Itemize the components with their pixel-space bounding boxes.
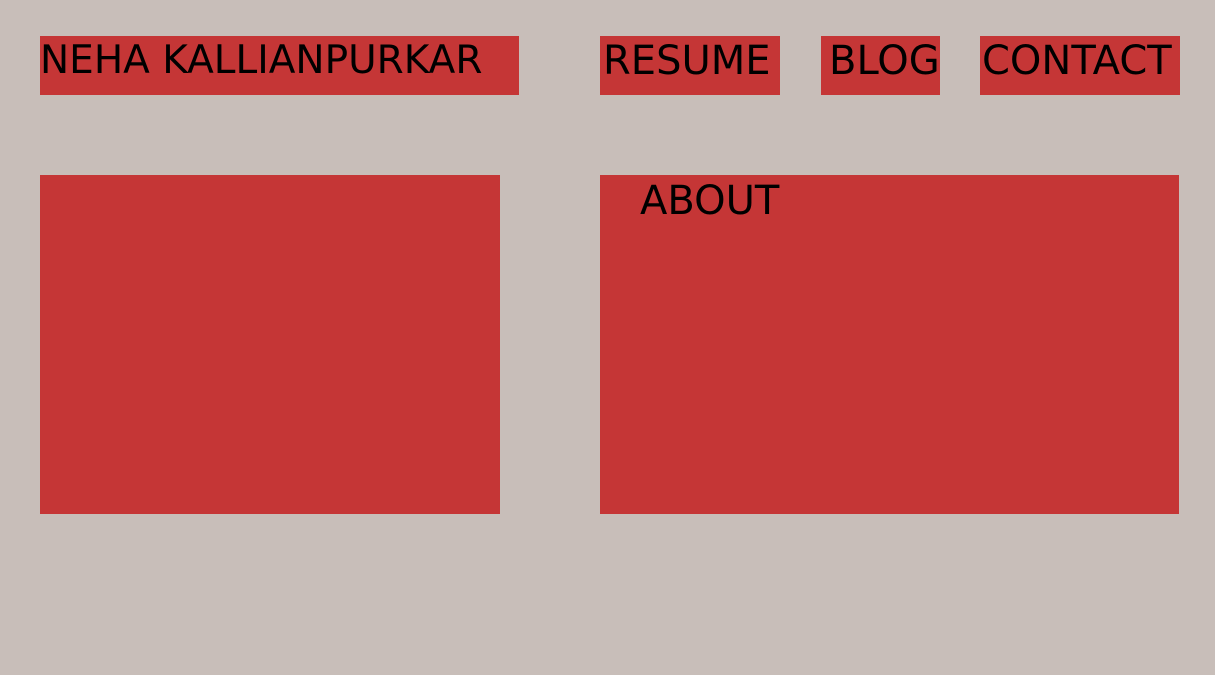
nav-blog-label[interactable]: BLOG xyxy=(829,37,940,85)
nav-contact-label[interactable]: CONTACT xyxy=(982,37,1172,85)
page: NEHA KALLIANPURKAR RESUME BLOG CONTACT A… xyxy=(0,0,1215,675)
nav-resume-label[interactable]: RESUME xyxy=(603,37,771,85)
site-name: NEHA KALLIANPURKAR xyxy=(40,38,483,83)
about-heading: ABOUT xyxy=(640,178,780,224)
about-panel xyxy=(600,175,1179,514)
photo-panel xyxy=(40,175,500,514)
